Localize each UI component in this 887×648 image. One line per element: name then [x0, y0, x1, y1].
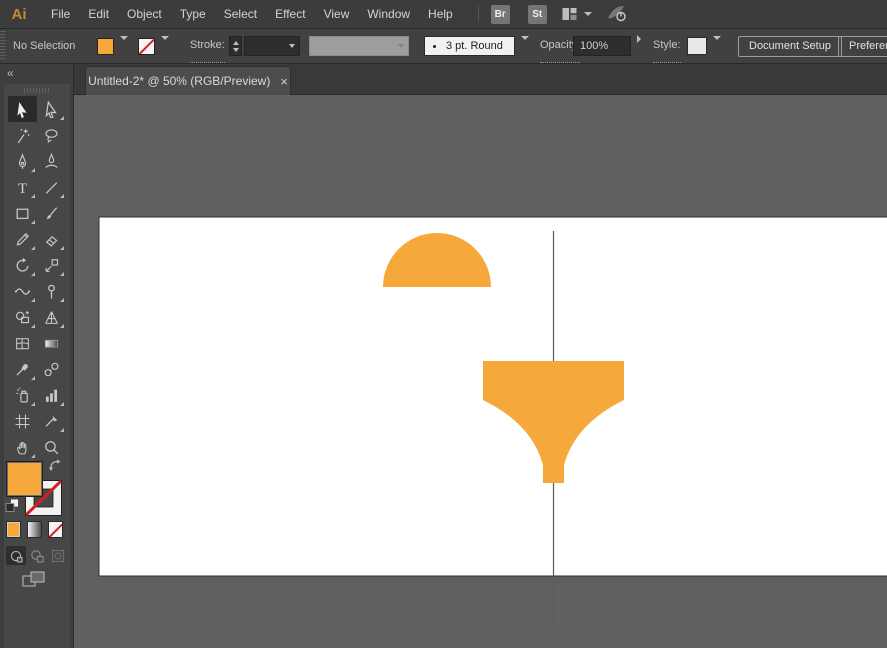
eyedropper-tool[interactable] [8, 356, 37, 382]
curvature-tool[interactable] [37, 148, 66, 174]
opacity-field[interactable]: 100% [573, 36, 631, 56]
stock-button[interactable]: St [528, 5, 547, 24]
style-dropdown[interactable] [709, 29, 724, 46]
pen-tool[interactable] [8, 148, 37, 174]
menu-view[interactable]: View [315, 0, 359, 29]
menu-bar: Ai File Edit Object Type Select Effect V… [0, 0, 887, 29]
opacity-expand-arrow[interactable] [632, 29, 646, 49]
scale-tool[interactable] [37, 252, 66, 278]
menubar-separator [478, 6, 479, 22]
menu-effect[interactable]: Effect [266, 0, 314, 29]
zoom-tool[interactable] [37, 434, 66, 460]
tools-panel-grip[interactable] [24, 88, 50, 93]
stroke-color-swatch[interactable] [138, 38, 155, 55]
style-label[interactable]: Style: [653, 29, 681, 63]
width-profile-dropdown [309, 36, 409, 56]
draw-inside-button[interactable] [48, 546, 68, 565]
fill-color-dropdown[interactable] [116, 29, 131, 46]
default-fill-stroke-icon[interactable] [5, 498, 20, 518]
selection-status: No Selection [13, 29, 75, 63]
draw-behind-button[interactable] [27, 546, 47, 565]
app-logo: Ai [6, 6, 32, 23]
collapse-panels-icon[interactable]: « [7, 66, 14, 80]
none-mode-button[interactable] [48, 521, 63, 538]
free-transform-tool[interactable] [37, 278, 66, 304]
menu-select[interactable]: Select [215, 0, 266, 29]
shape-builder-tool[interactable] [8, 304, 37, 330]
brush-stroke-preview [433, 45, 436, 48]
column-graph-tool[interactable] [37, 382, 66, 408]
menu-edit[interactable]: Edit [79, 0, 118, 29]
mesh-tool[interactable] [8, 330, 37, 356]
swap-fill-stroke-icon[interactable] [48, 458, 63, 478]
document-setup-button[interactable]: Document Setup [738, 36, 842, 57]
preferences-button[interactable]: Preferences [838, 36, 887, 57]
document-tab-bar: Untitled-2* @ 50% (RGB/Preview) × [74, 64, 887, 95]
slice-tool[interactable] [37, 408, 66, 434]
symbol-sprayer-tool[interactable] [8, 382, 37, 408]
artboard-tool[interactable] [8, 408, 37, 434]
eraser-tool[interactable] [37, 226, 66, 252]
brush-definition-dropdown[interactable] [517, 29, 532, 46]
fill-proxy-swatch[interactable] [6, 461, 43, 497]
paintbrush-tool[interactable] [37, 200, 66, 226]
canvas-area[interactable] [74, 95, 887, 648]
fill-color-swatch[interactable] [97, 38, 114, 55]
panel-grip[interactable] [0, 31, 7, 61]
width-tool[interactable] [8, 278, 37, 304]
magic-wand-tool[interactable] [8, 122, 37, 148]
menu-object[interactable]: Object [118, 0, 171, 29]
gradient-mode-button[interactable] [27, 521, 42, 538]
line-segment-tool[interactable] [37, 174, 66, 200]
menu-items: File Edit Object Type Select Effect View… [42, 0, 462, 29]
bridge-button[interactable]: Br [491, 5, 510, 24]
tool-dock: « [0, 64, 74, 648]
stroke-weight-stepper[interactable] [229, 36, 242, 56]
stroke-weight-dropdown[interactable] [244, 36, 300, 56]
chevron-down-icon[interactable] [584, 12, 592, 16]
lasso-tool[interactable] [37, 122, 66, 148]
illustrator-window: Ai File Edit Object Type Select Effect V… [0, 0, 887, 648]
workspace-switcher-icon[interactable] [561, 6, 578, 22]
type-tool[interactable]: T [8, 174, 37, 200]
blend-tool[interactable] [37, 356, 66, 382]
style-swatch[interactable] [687, 37, 707, 55]
tab-close-icon[interactable]: × [280, 75, 288, 88]
performance-power-icon[interactable] [606, 4, 630, 24]
document-tab-title: Untitled-2* @ 50% (RGB/Preview) [88, 74, 270, 88]
selection-tool[interactable] [8, 96, 37, 122]
tools-grid: T [8, 96, 66, 460]
gradient-tool[interactable] [37, 330, 66, 356]
canvas-svg [74, 95, 887, 648]
tools-panel: T [4, 84, 70, 648]
svg-text:T: T [18, 180, 27, 195]
rotate-tool[interactable] [8, 252, 37, 278]
color-mode-button[interactable] [6, 521, 21, 538]
control-bar: No Selection Stroke: 3 pt. Round Opacity… [0, 29, 887, 64]
document-tab[interactable]: Untitled-2* @ 50% (RGB/Preview) × [85, 66, 291, 95]
hand-tool[interactable] [8, 434, 37, 460]
draw-normal-button[interactable] [6, 546, 26, 565]
menu-type[interactable]: Type [171, 0, 215, 29]
menu-file[interactable]: File [42, 0, 79, 29]
menu-help[interactable]: Help [419, 0, 462, 29]
perspective-grid-tool[interactable] [37, 304, 66, 330]
brush-definition-field[interactable]: 3 pt. Round [424, 36, 515, 56]
stroke-label[interactable]: Stroke: [190, 29, 225, 63]
menu-window[interactable]: Window [358, 0, 419, 29]
stroke-color-dropdown[interactable] [157, 29, 172, 46]
pencil-tool[interactable] [8, 226, 37, 252]
direct-selection-tool[interactable] [37, 96, 66, 122]
change-screen-mode-icon[interactable] [22, 571, 46, 593]
dock-header: « [0, 64, 73, 84]
rectangle-tool[interactable] [8, 200, 37, 226]
